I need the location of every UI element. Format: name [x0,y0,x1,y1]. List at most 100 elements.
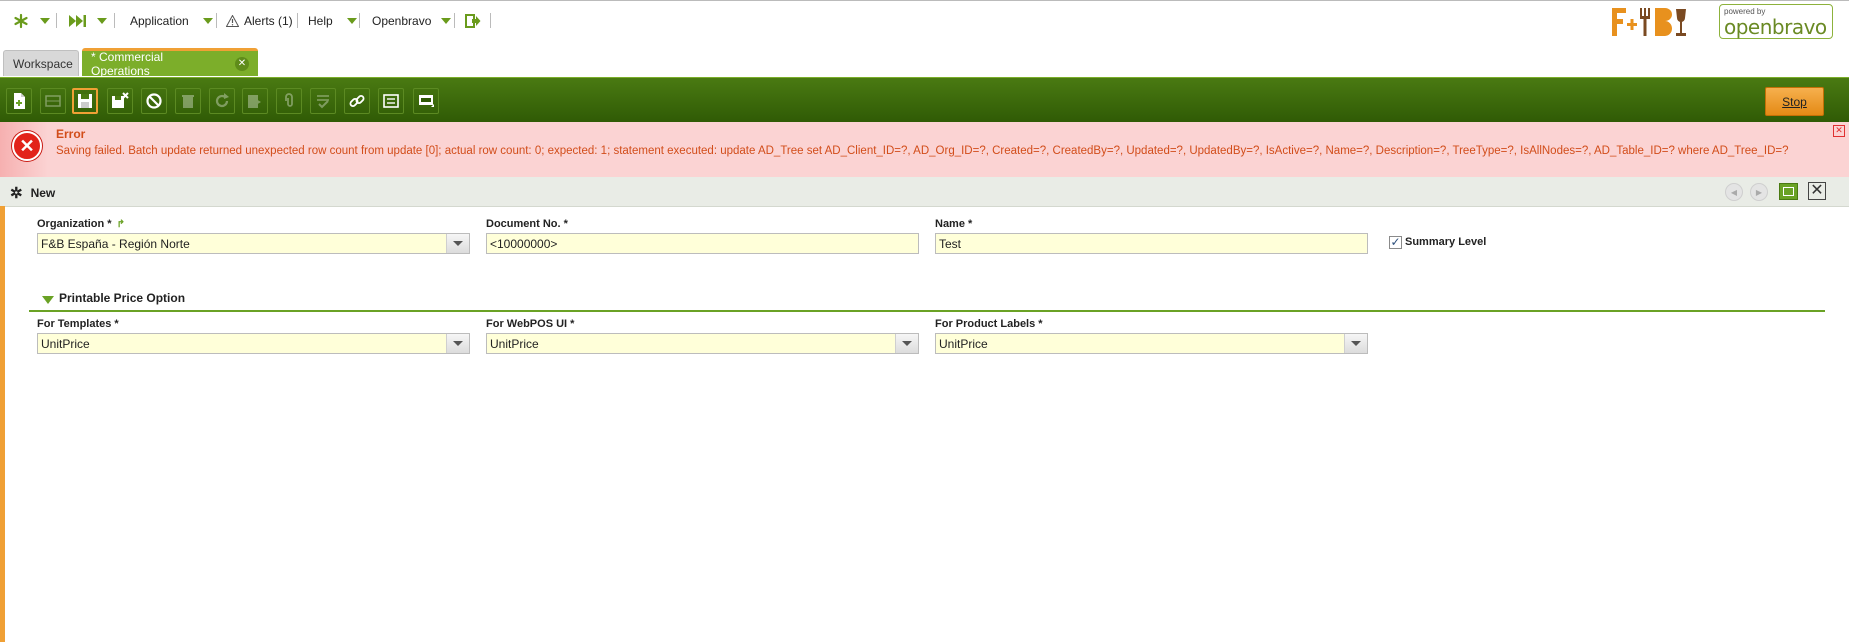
chevron-down-icon [40,18,50,24]
stop-button-label: Stop [1782,94,1807,109]
tab-commercial-operations-label: * Commercial Operations [91,49,164,78]
previous-record-button[interactable]: ◀ [1725,183,1743,201]
tab-workspace-label: Workspace [13,56,73,71]
record-status-label: New [30,186,56,200]
new-record-icon: ✲ [10,185,23,202]
attachment-icon [285,93,293,107]
summary-level-checkbox[interactable]: ✓ [1389,236,1402,249]
error-message-text: Saving failed. Batch update returned une… [56,145,1789,157]
dropdown-arrow-icon[interactable] [895,334,918,353]
chevron-down-icon [441,18,452,24]
new-row-button[interactable] [40,88,66,114]
quick-launch-dropdown[interactable] [40,12,50,30]
error-title: Error [56,127,86,141]
dropdown-arrow-icon[interactable] [446,334,469,353]
document-no-input[interactable]: <10000000> [486,233,919,254]
refresh-button[interactable] [209,88,235,114]
quick-launch-icon[interactable] [13,12,29,30]
user-profile-menu[interactable]: Openbravo [372,12,452,30]
name-value: Test [939,237,962,251]
close-icon: ✕ [1810,182,1824,199]
summary-level-label: Summary Level [1405,236,1487,248]
for-product-labels-select[interactable]: UnitPrice [935,333,1368,354]
new-document-icon [14,93,25,109]
maximize-button[interactable] [1779,183,1798,200]
toolbar: Stop [0,77,1849,123]
next-record-button[interactable]: ▶ [1750,183,1768,201]
link-button[interactable] [344,88,370,114]
grid-form-icon [419,95,434,107]
new-document-button[interactable] [6,88,32,114]
quick-create-dropdown[interactable] [97,12,107,30]
for-product-labels-value: UnitPrice [939,337,988,351]
for-templates-select[interactable]: UnitPrice [37,333,470,354]
alerts-label: Alerts (1) [244,14,293,28]
cancel-icon [146,93,162,109]
nav-divider [454,13,455,28]
maximize-icon [1783,187,1794,196]
attach-button[interactable] [276,88,302,114]
name-label: Name * [935,218,973,230]
new-row-icon [45,95,61,107]
undo-button[interactable] [141,88,167,114]
form-status-bar: ✲ New ◀ ▶ ✕ [0,177,1849,207]
for-webpos-select[interactable]: UnitPrice [486,333,919,354]
stop-button[interactable]: Stop [1765,87,1824,116]
link-icon [349,95,365,107]
dropdown-arrow-icon[interactable] [446,234,469,253]
close-tab-icon[interactable]: ✕ [235,56,249,71]
export-icon [248,95,261,108]
arrow-left-icon: ◀ [1730,187,1738,197]
chevron-down-icon [346,18,357,24]
nav-divider [297,13,298,28]
arrow-right-icon: ▶ [1755,187,1763,197]
tab-commercial-operations[interactable]: * Commercial Operations ✕ [82,48,258,78]
organization-label: Organization * ↱ [37,218,125,230]
user-profile-label: Openbravo [372,14,432,28]
report-icon [383,94,399,108]
organization-select[interactable]: F&B España - Región Norte [37,233,470,254]
logout-icon[interactable] [465,12,481,30]
save-button[interactable] [72,88,98,114]
tab-workspace[interactable]: Workspace [3,50,79,76]
close-error-icon[interactable]: ✕ [1833,125,1845,137]
help-menu[interactable]: Help [308,12,357,30]
trash-icon [182,95,194,108]
nav-divider [56,13,57,28]
organization-label-text: Organization * [37,218,112,230]
audit-button[interactable] [310,88,336,114]
audit-icon [317,95,329,109]
error-icon-panel: ✕ [0,122,48,177]
checkmark-icon: ✓ [1390,235,1401,249]
printable-price-option-section[interactable]: Printable Price Option [29,290,1825,312]
nav-divider [490,13,491,28]
save-close-icon [112,92,129,108]
section-title: Printable Price Option [59,291,186,305]
collapse-section-icon[interactable] [42,296,54,304]
tab-bar: Workspace * Commercial Operations ✕ [0,48,1849,78]
quick-create-icon[interactable] [69,12,87,30]
error-icon: ✕ [12,131,42,161]
chevron-down-icon [97,18,107,24]
warning-icon [226,15,239,27]
name-input[interactable]: Test [935,233,1368,254]
link-arrow-icon[interactable]: ↱ [117,219,125,230]
grid-form-toggle-button[interactable] [413,88,439,114]
left-accent-bar [0,206,5,642]
print-button[interactable] [378,88,404,114]
save-close-button[interactable] [107,88,133,114]
close-form-button[interactable]: ✕ [1808,182,1826,200]
save-icon [78,94,92,108]
nav-divider [359,13,360,28]
dropdown-arrow-icon[interactable] [1344,334,1367,353]
error-message-box: ✕ Error Saving failed. Batch update retu… [0,122,1849,178]
refresh-icon [215,93,229,108]
for-webpos-label: For WebPOS UI * [486,318,575,330]
alerts-menu[interactable]: Alerts (1) [226,12,293,30]
application-menu-label: Application [130,14,189,28]
help-menu-label: Help [308,14,333,28]
for-webpos-value: UnitPrice [490,337,539,351]
export-button[interactable] [242,88,268,114]
application-menu[interactable]: Application [130,12,213,30]
delete-button[interactable] [175,88,201,114]
